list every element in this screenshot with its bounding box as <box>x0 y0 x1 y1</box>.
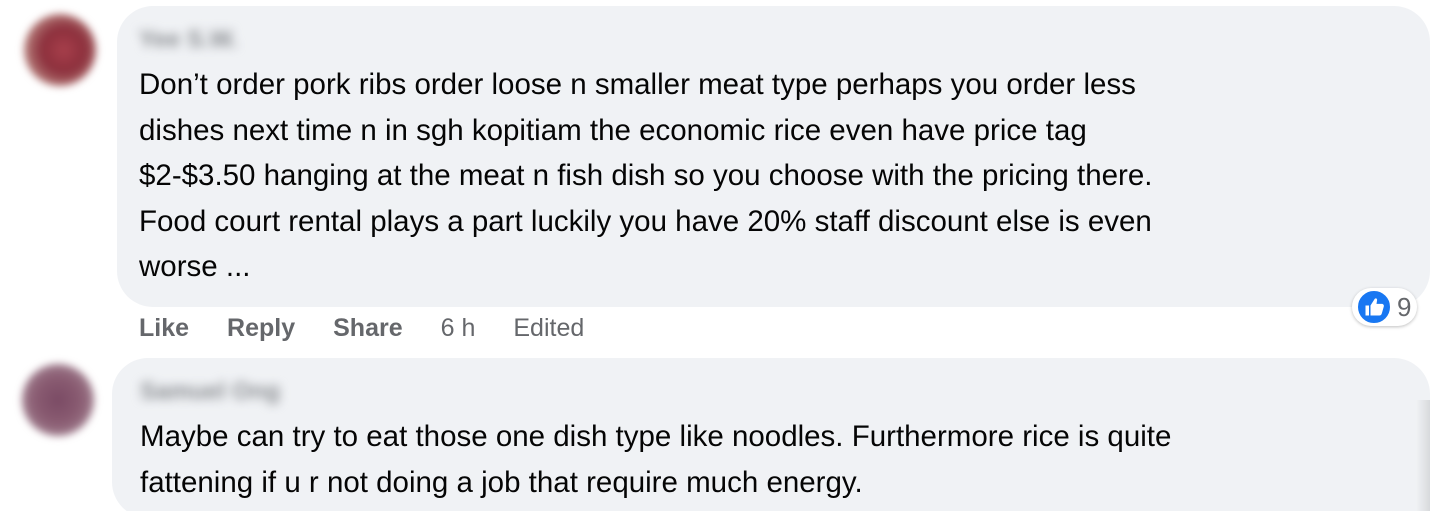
comment-bubble: Yee S.W. Don’t order pork ribs order loo… <box>117 6 1430 307</box>
comment-actions: Like Reply Share 6 h Edited <box>139 310 622 346</box>
reaction-summary[interactable]: 9 <box>1352 288 1418 326</box>
avatar[interactable] <box>22 364 94 436</box>
avatar[interactable] <box>24 14 96 86</box>
scroll-shadow <box>1416 400 1430 511</box>
comment-bubble: Samuel Ong Maybe can try to eat those on… <box>112 358 1430 511</box>
comment-author-name[interactable]: Yee S.W. <box>139 28 238 52</box>
reply-button[interactable]: Reply <box>227 314 295 343</box>
comment-thread: Yee S.W. Don’t order pork ribs order loo… <box>0 0 1430 511</box>
edited-label[interactable]: Edited <box>513 314 584 343</box>
comment-author-name[interactable]: Samuel Ong <box>140 380 280 404</box>
comment-text: Maybe can try to eat those one dish type… <box>140 420 1172 499</box>
comment-timestamp[interactable]: 6 h <box>441 314 476 343</box>
reaction-count: 9 <box>1397 291 1412 322</box>
share-button[interactable]: Share <box>333 314 402 343</box>
like-button[interactable]: Like <box>139 314 189 343</box>
comment-text: Don’t order pork ribs order loose n smal… <box>139 68 1153 283</box>
thumbs-up-icon <box>1356 289 1392 325</box>
